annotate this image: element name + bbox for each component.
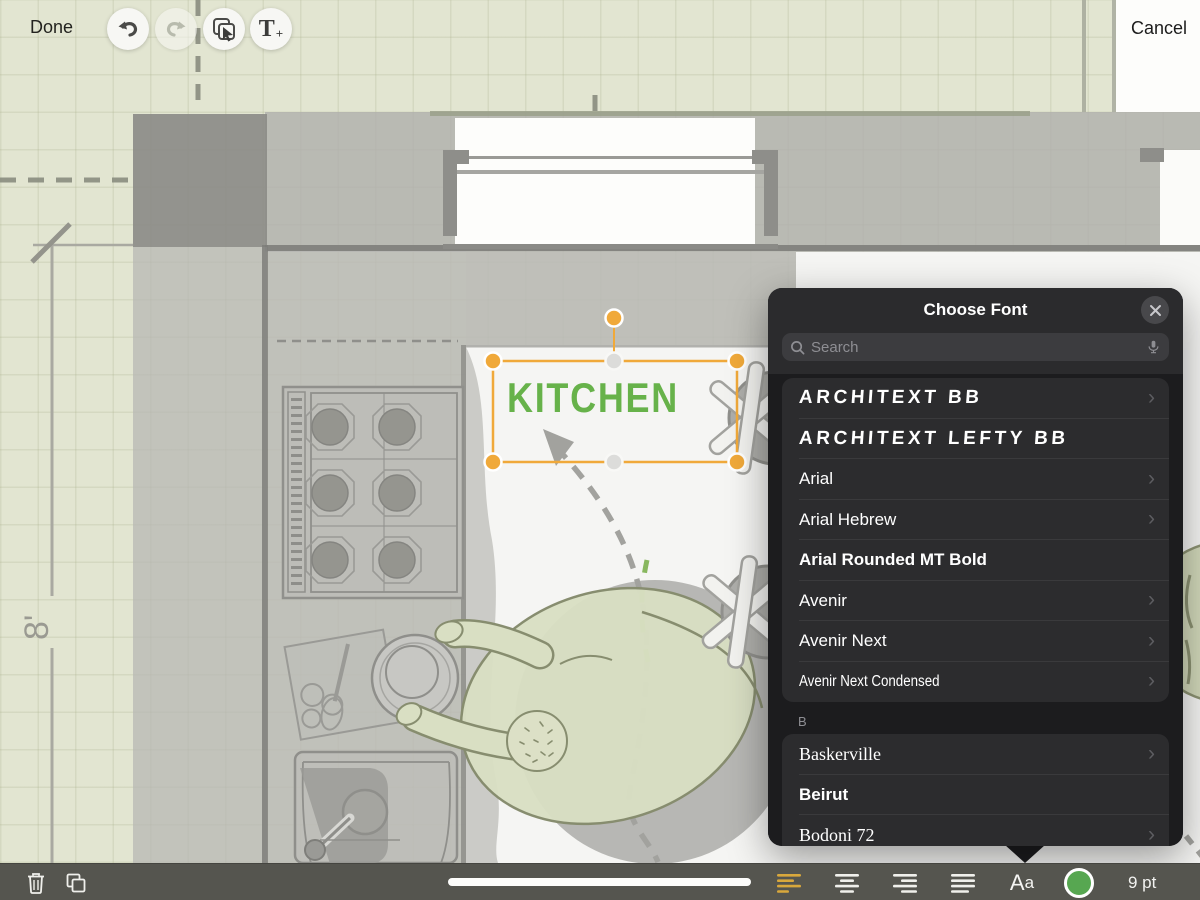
align-justify-button[interactable] bbox=[950, 864, 978, 900]
font-row-arial[interactable]: Arial › bbox=[782, 459, 1169, 500]
font-list[interactable]: ARCHITEXT BB › ARCHITEXT LEFTY BB Arial … bbox=[768, 374, 1183, 846]
text-tool-icon: T bbox=[259, 17, 275, 41]
chevron-right-icon: › bbox=[1148, 387, 1155, 408]
kitchen-text-object[interactable]: KITCHEN bbox=[507, 374, 679, 421]
select-tool-icon bbox=[211, 16, 237, 42]
chevron-right-icon: › bbox=[1148, 468, 1155, 489]
chevron-right-icon: › bbox=[1148, 630, 1155, 651]
rotate-handle[interactable] bbox=[606, 310, 623, 327]
close-button[interactable] bbox=[1141, 296, 1169, 324]
app-window: 8' bbox=[0, 0, 1200, 900]
resize-handle-sw[interactable] bbox=[485, 454, 502, 471]
bottom-toolbar: Aa 9 pt bbox=[0, 863, 1200, 900]
font-style-button[interactable]: Aa bbox=[1002, 864, 1042, 900]
font-panel-header: Choose Font Search bbox=[768, 288, 1183, 374]
undo-button[interactable] bbox=[107, 8, 149, 50]
redo-button[interactable] bbox=[155, 8, 197, 50]
cancel-button[interactable]: Cancel bbox=[1131, 18, 1187, 39]
align-center-button[interactable] bbox=[834, 864, 862, 900]
align-right-icon bbox=[893, 873, 919, 893]
font-row-arial-hebrew[interactable]: Arial Hebrew › bbox=[782, 500, 1169, 541]
font-row-beirut[interactable]: Beirut bbox=[782, 775, 1169, 816]
font-group-a: ARCHITEXT BB › ARCHITEXT LEFTY BB Arial … bbox=[782, 378, 1169, 702]
toolbar-scrubber[interactable] bbox=[448, 878, 751, 886]
chevron-right-icon: › bbox=[1148, 508, 1155, 529]
microphone-icon[interactable] bbox=[1146, 338, 1161, 356]
window bbox=[443, 118, 778, 249]
search-input[interactable]: Search bbox=[782, 333, 1169, 361]
font-row-architext-bb[interactable]: ARCHITEXT BB › bbox=[782, 378, 1169, 419]
chevron-right-icon: › bbox=[1148, 670, 1155, 691]
align-left-button[interactable] bbox=[776, 864, 804, 900]
choose-font-panel: Choose Font Search bbox=[768, 288, 1183, 846]
resize-handle-ne[interactable] bbox=[729, 353, 746, 370]
resize-handle-se[interactable] bbox=[729, 454, 746, 471]
text-tool-plus-icon: + bbox=[276, 26, 283, 42]
resize-handle-n[interactable] bbox=[606, 353, 623, 370]
align-center-icon bbox=[835, 873, 861, 893]
font-group-b: Baskerville › Beirut Bodoni 72 › bbox=[782, 734, 1169, 846]
trash-icon bbox=[26, 872, 46, 894]
font-panel-title: Choose Font bbox=[768, 300, 1183, 320]
search-icon bbox=[790, 340, 805, 355]
font-row-arial-rounded-mt-bold[interactable]: Arial Rounded MT Bold bbox=[782, 540, 1169, 581]
font-row-avenir-next[interactable]: Avenir Next › bbox=[782, 621, 1169, 662]
font-row-avenir[interactable]: Avenir › bbox=[782, 581, 1169, 622]
font-row-bodoni-72[interactable]: Bodoni 72 › bbox=[782, 815, 1169, 846]
select-tool-button[interactable] bbox=[203, 8, 245, 50]
undo-icon bbox=[116, 17, 140, 41]
section-header-b: B bbox=[798, 714, 1183, 730]
delete-button[interactable] bbox=[22, 864, 50, 900]
dimension-lines: 8' bbox=[18, 224, 133, 863]
redo-icon bbox=[164, 17, 188, 41]
search-placeholder: Search bbox=[811, 339, 1146, 356]
font-row-architext-lefty-bb[interactable]: ARCHITEXT LEFTY BB bbox=[782, 419, 1169, 460]
font-row-avenir-next-condensed[interactable]: Avenir Next Condensed › bbox=[782, 662, 1169, 703]
align-left-icon bbox=[777, 873, 803, 893]
text-tool-button[interactable]: T+ bbox=[250, 8, 292, 50]
chevron-right-icon: › bbox=[1148, 589, 1155, 610]
color-swatch-button[interactable] bbox=[1064, 868, 1094, 898]
resize-handle-nw[interactable] bbox=[485, 353, 502, 370]
duplicate-icon bbox=[65, 872, 87, 894]
duplicate-button[interactable] bbox=[62, 864, 90, 900]
panel-edge-line bbox=[1082, 0, 1086, 112]
done-button[interactable]: Done bbox=[30, 17, 73, 38]
chevron-right-icon: › bbox=[1148, 824, 1155, 845]
resize-handle-s[interactable] bbox=[606, 454, 623, 471]
dimension-label: 8' bbox=[18, 615, 56, 640]
stove bbox=[283, 387, 463, 598]
font-row-baskerville[interactable]: Baskerville › bbox=[782, 734, 1169, 775]
font-size-value[interactable]: 9 pt bbox=[1128, 873, 1178, 893]
font-panel-tail bbox=[1005, 845, 1045, 863]
close-icon bbox=[1149, 304, 1162, 317]
align-right-button[interactable] bbox=[892, 864, 920, 900]
align-justify-icon bbox=[951, 873, 977, 893]
cancel-panel: Cancel bbox=[1112, 0, 1200, 112]
chevron-right-icon: › bbox=[1148, 743, 1155, 764]
sink bbox=[295, 752, 457, 863]
